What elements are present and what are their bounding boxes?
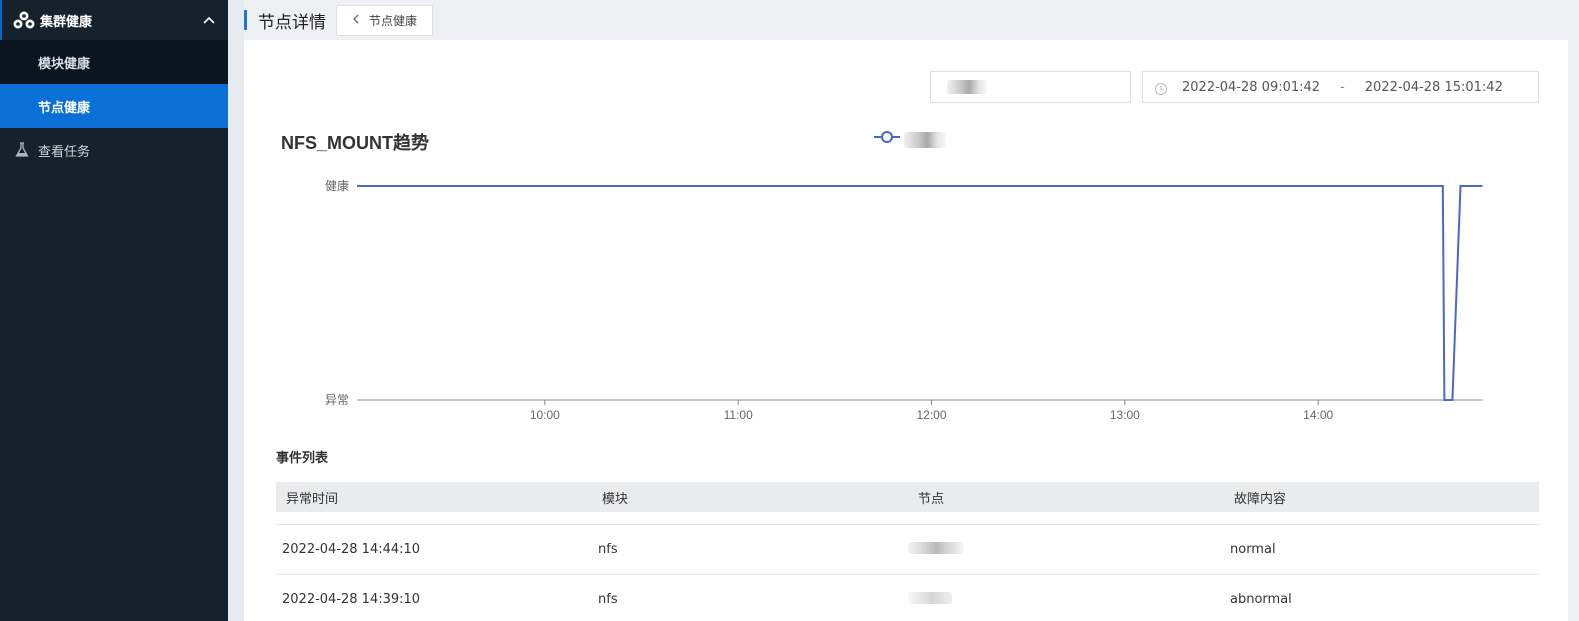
table-row: 2022-04-28 14:44:10 nfs normal bbox=[276, 524, 1539, 574]
node-select[interactable] bbox=[930, 71, 1131, 103]
cluster-icon bbox=[12, 10, 36, 30]
chevron-up-icon[interactable] bbox=[202, 13, 216, 27]
redacted-node-value bbox=[908, 591, 952, 604]
sidebar-item-label: 查看任务 bbox=[38, 144, 91, 160]
chevron-left-icon bbox=[352, 13, 359, 27]
nfs-mount-trend-chart: 异常 健康 10:00 11:00 12:00 13:00 14:00 bbox=[325, 178, 1483, 422]
cell-module: nfs bbox=[598, 542, 618, 557]
sidebar-item-view-tasks[interactable]: 查看任务 bbox=[0, 128, 228, 172]
table-row: 2022-04-28 14:39:10 nfs abnormal bbox=[276, 574, 1539, 621]
sidebar-item-module-health[interactable]: 模块健康 bbox=[0, 40, 228, 84]
column-header: 故障内容 bbox=[1234, 491, 1287, 507]
right-gutter bbox=[1568, 40, 1579, 621]
sidebar-group-label: 集群健康 bbox=[40, 14, 93, 30]
x-tick-label: 14:00 bbox=[1303, 408, 1333, 422]
sidebar: 集群健康 模块健康 节点健康 查看任务 bbox=[0, 0, 228, 621]
x-tick-label: 11:00 bbox=[724, 408, 753, 422]
y-tick-label: 异常 bbox=[325, 393, 349, 407]
x-tick-label: 12:00 bbox=[917, 408, 947, 422]
redacted-series-name bbox=[904, 132, 946, 148]
x-tick-label: 10:00 bbox=[530, 408, 560, 422]
cell-time: 2022-04-28 14:39:10 bbox=[282, 592, 421, 607]
redacted-node-value bbox=[908, 541, 964, 554]
column-header: 异常时间 bbox=[286, 491, 339, 507]
title-accent-bar bbox=[244, 10, 247, 30]
page-header: 节点详情 节点健康 bbox=[244, 0, 1579, 40]
back-button[interactable]: 节点健康 bbox=[336, 4, 433, 36]
column-header: 节点 bbox=[918, 491, 945, 507]
clock-icon bbox=[1154, 82, 1168, 96]
flask-icon bbox=[12, 142, 32, 158]
sidebar-divider bbox=[228, 0, 244, 621]
series-line bbox=[357, 185, 1483, 401]
cell-content: abnormal bbox=[1230, 592, 1292, 607]
back-button-label: 节点健康 bbox=[368, 13, 417, 28]
sidebar-item-node-health[interactable]: 节点健康 bbox=[0, 84, 228, 128]
cell-module: nfs bbox=[598, 592, 618, 607]
chart-title: NFS_MOUNT趋势 bbox=[281, 133, 429, 153]
legend-line-icon bbox=[874, 130, 900, 150]
column-header: 模块 bbox=[602, 491, 629, 507]
cell-node bbox=[908, 541, 1224, 558]
events-title: 事件列表 bbox=[276, 451, 329, 466]
date-range-picker[interactable]: 2022-04-28 09:01:42 - 2022-04-28 15:01:4… bbox=[1142, 71, 1539, 103]
date-range-separator: - bbox=[1340, 79, 1345, 95]
cell-content: normal bbox=[1230, 542, 1276, 557]
events-table: 异常时间 模块 节点 故障内容 2022-04-28 14:44:10 nfs … bbox=[276, 482, 1539, 621]
sidebar-group-cluster-health[interactable]: 集群健康 bbox=[0, 0, 228, 40]
main-panel: 2022-04-28 09:01:42 - 2022-04-28 15:01:4… bbox=[244, 40, 1568, 621]
y-tick-label: 健康 bbox=[325, 178, 349, 193]
page-title: 节点详情 bbox=[258, 12, 326, 33]
cell-time: 2022-04-28 14:44:10 bbox=[282, 542, 421, 557]
table-header: 异常时间 模块 节点 故障内容 bbox=[276, 482, 1539, 512]
x-tick-label: 13:00 bbox=[1110, 408, 1140, 422]
cell-node bbox=[908, 591, 1224, 608]
date-end-input[interactable]: 2022-04-28 15:01:42 bbox=[1365, 80, 1503, 95]
redacted-node-value bbox=[947, 80, 987, 94]
sidebar-item-label: 模块健康 bbox=[38, 56, 91, 72]
date-start-input[interactable]: 2022-04-28 09:01:42 bbox=[1182, 80, 1320, 95]
chart-legend[interactable] bbox=[874, 129, 946, 151]
sidebar-item-label: 节点健康 bbox=[38, 100, 91, 116]
